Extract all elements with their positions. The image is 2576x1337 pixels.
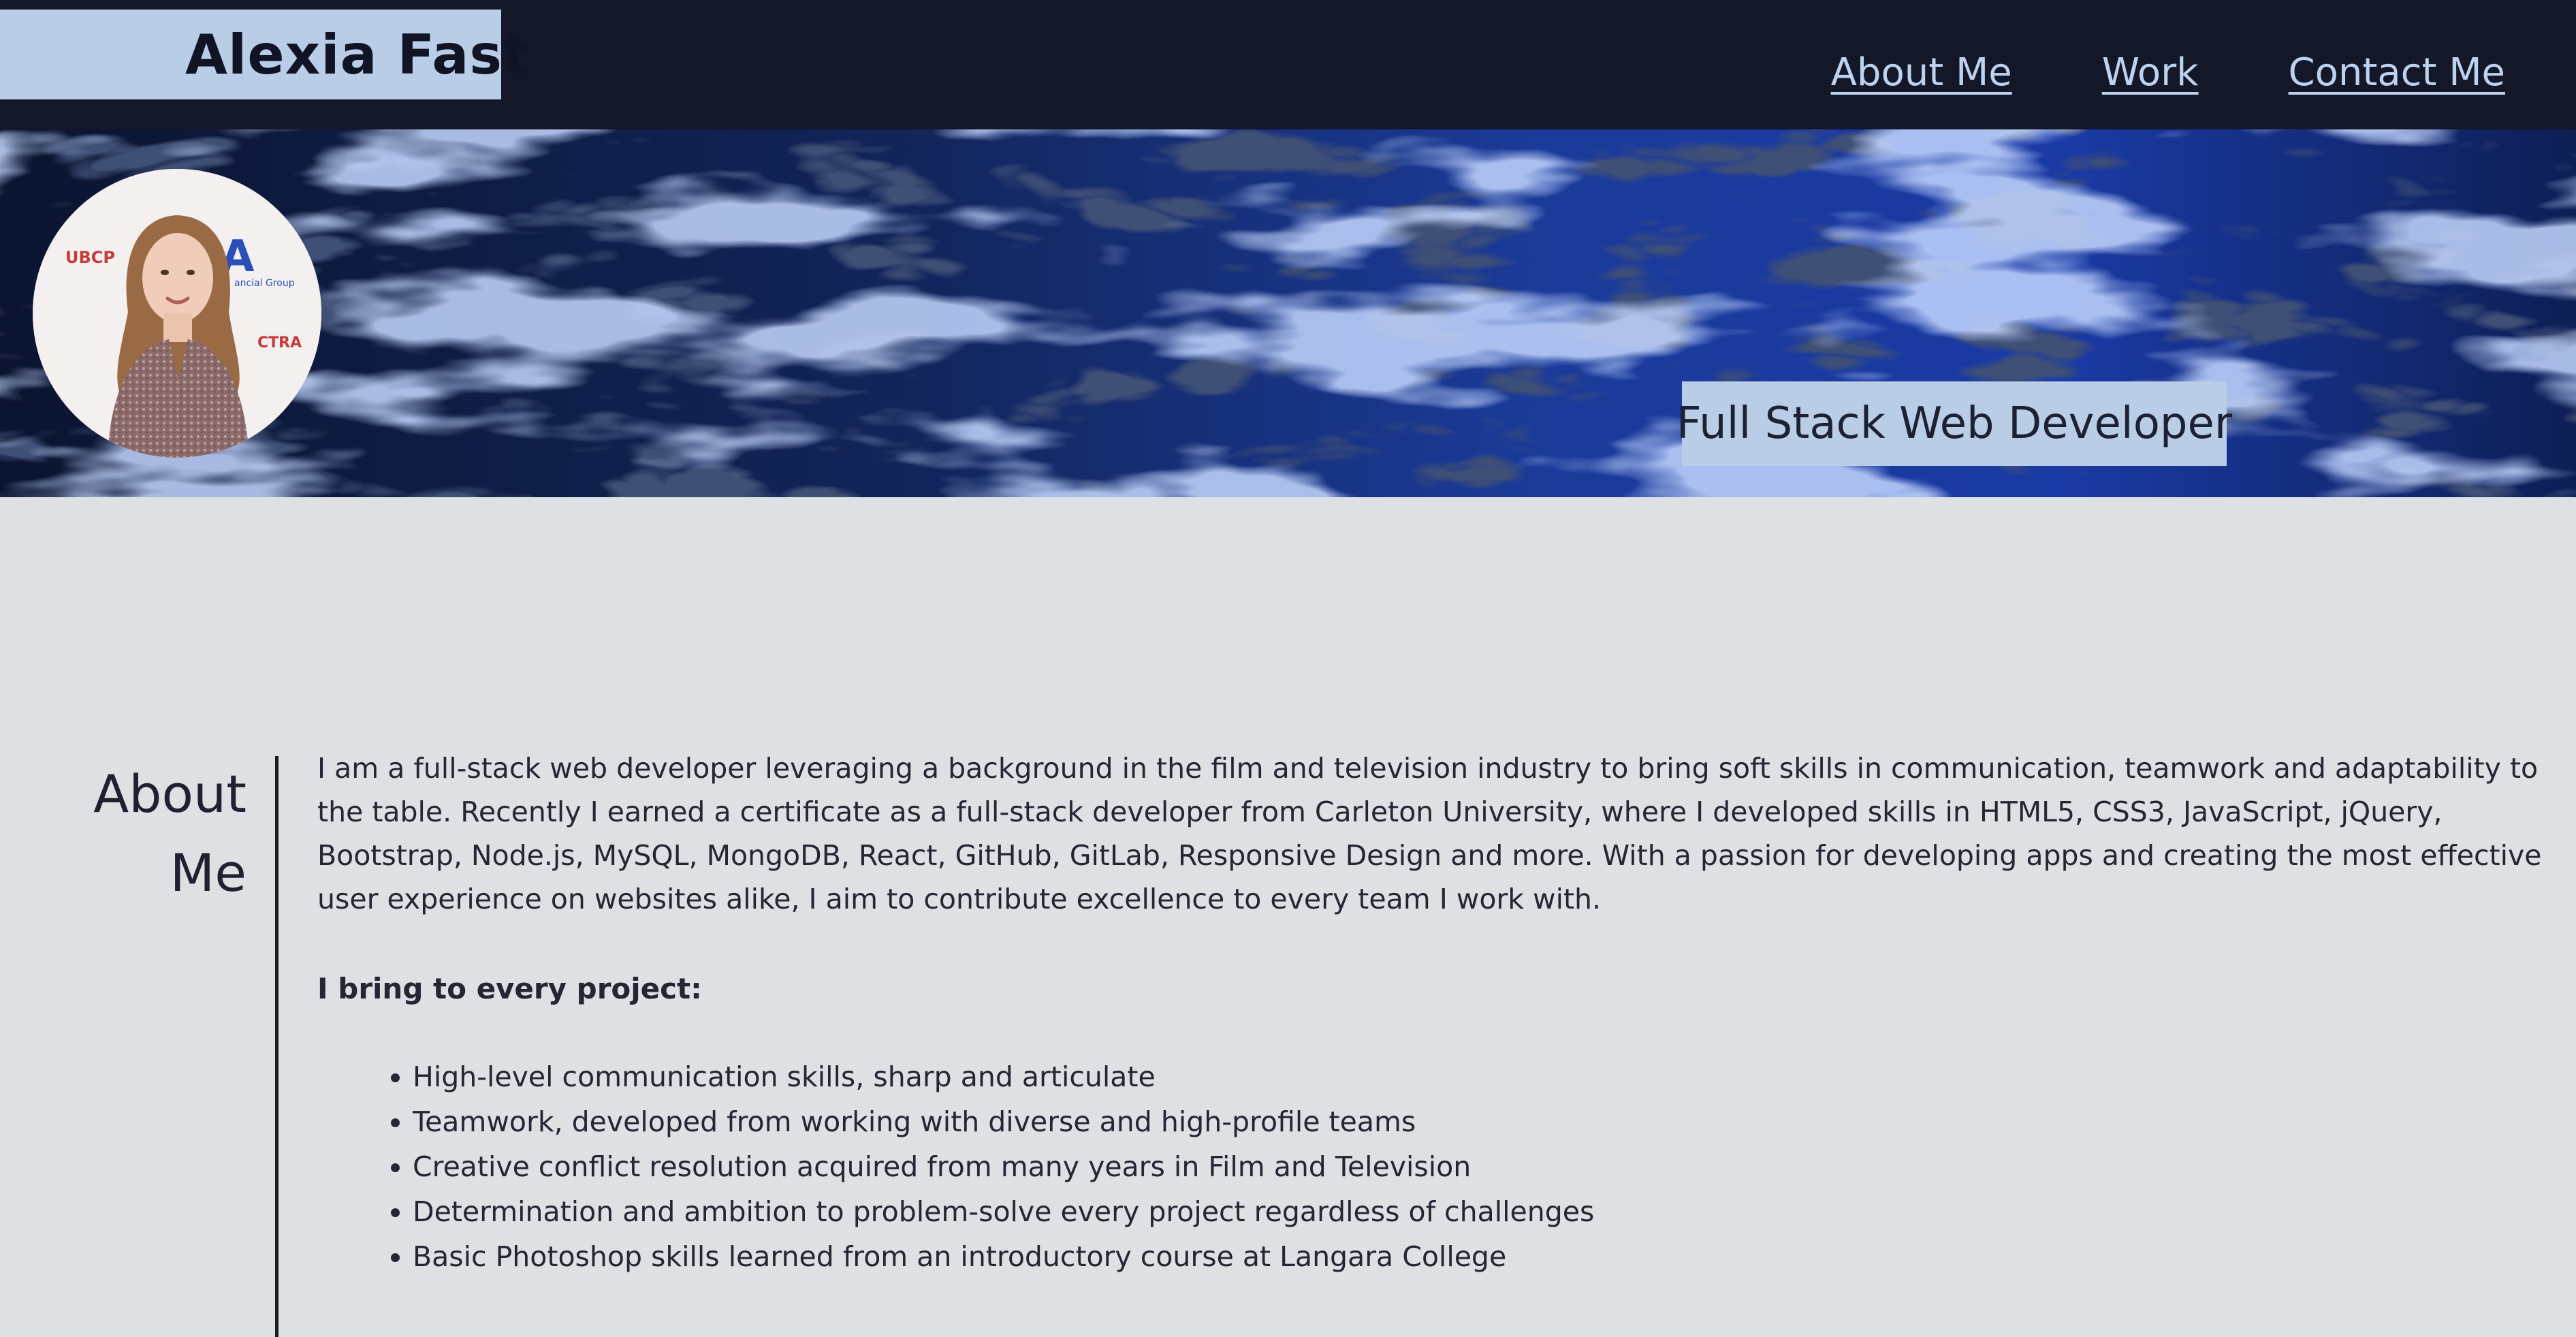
hero-banner: UBCP A ancial Group CTRA Full Stack Web …	[0, 129, 2576, 497]
about-paragraph: I am a full-stack web developer leveragi…	[317, 752, 2542, 915]
about-heading-line2: Me	[170, 843, 247, 903]
bring-list: High-level communication skills, sharp a…	[317, 1054, 2558, 1279]
backdrop-text-ctra: CTRA	[257, 334, 302, 351]
list-item: Determination and ambition to problem-so…	[413, 1189, 2558, 1234]
profile-avatar: UBCP A ancial Group CTRA	[33, 169, 321, 458]
tagline-box: Full Stack Web Developer	[1676, 381, 2232, 466]
tagline: Full Stack Web Developer	[1676, 398, 2233, 449]
nav-link-contact-me[interactable]: Contact Me	[2289, 50, 2505, 95]
about-heading: About Me	[68, 755, 247, 913]
backdrop-text-ubcp: UBCP	[65, 248, 115, 267]
section-divider	[275, 756, 279, 1337]
profile-photo: UBCP A ancial Group CTRA	[33, 169, 321, 458]
brand-box[interactable]: Alexia Fast	[0, 10, 528, 99]
about-body: I am a full-stack web developer leveragi…	[317, 746, 2558, 1279]
nav-link-work[interactable]: Work	[2102, 50, 2199, 95]
list-item: Teamwork, developed from working with di…	[413, 1099, 2558, 1144]
about-heading-line1: About	[93, 764, 247, 824]
bring-heading: I bring to every project:	[317, 972, 702, 1005]
list-item: Creative conflict resolution acquired fr…	[413, 1144, 2558, 1189]
backdrop-text-group: ancial Group	[234, 278, 295, 289]
nav-link-about-me[interactable]: About Me	[1831, 50, 2012, 95]
main-nav: About Me Work Contact Me	[1831, 50, 2505, 95]
list-item: Basic Photoshop skills learned from an i…	[413, 1234, 2558, 1279]
brand-name: Alexia Fast	[185, 22, 530, 86]
list-item: High-level communication skills, sharp a…	[413, 1054, 2558, 1099]
site-header: Alexia Fast About Me Work Contact Me	[0, 0, 2576, 129]
